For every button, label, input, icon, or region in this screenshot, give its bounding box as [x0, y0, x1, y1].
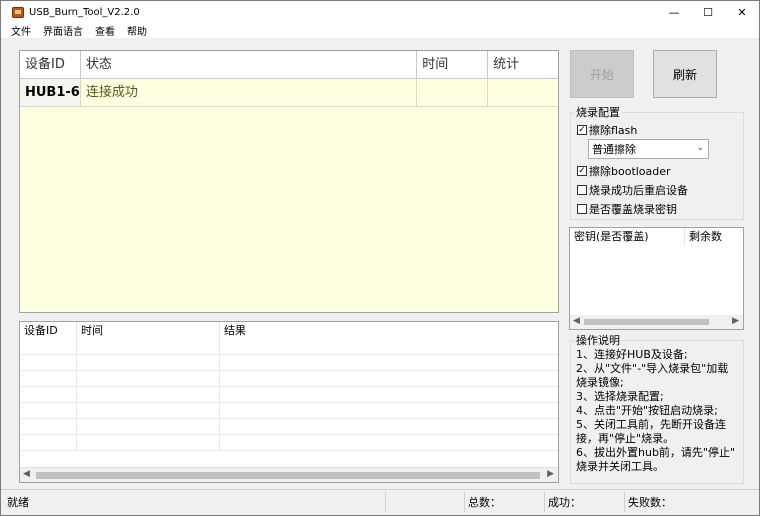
log-column-time[interactable]: 时间 [77, 322, 220, 339]
instruction-line: 5、关闭工具前，先断开设备连 [576, 418, 726, 431]
burn-config-label: 烧录配置 [574, 104, 622, 120]
instruction-line: 2、从"文件"-"导入烧录包"加载 [576, 362, 729, 375]
instruction-line: 1、连接好HUB及设备; [576, 348, 688, 361]
table-row[interactable]: HUB1-6 连接成功 [20, 79, 558, 107]
erase-flash-label: 擦除flash [589, 124, 638, 137]
success-count-label: 成功： [548, 496, 581, 509]
log-table-header: 设备ID 时间 结果 [20, 322, 558, 339]
status-bar: 就绪 总数： 成功： 失败数： [1, 489, 759, 515]
table-row [20, 435, 558, 451]
instruction-line: 烧录并关闭工具。 [576, 460, 664, 473]
checkbox-unchecked-icon[interactable] [577, 204, 587, 214]
refresh-button[interactable]: 刷新 [653, 50, 717, 98]
scroll-right-icon[interactable]: ▶ [732, 316, 739, 326]
menu-bar: 文件 界面语言 查看 帮助 [1, 23, 759, 38]
window-title: USB_Burn_Tool_V2.2.0 [29, 6, 140, 18]
key-table-header: 密钥(是否覆盖) 剩余数 [570, 228, 743, 246]
checkbox-checked-icon[interactable]: ✓ [577, 166, 587, 176]
column-status[interactable]: 状态 [81, 51, 418, 79]
key-table[interactable]: 密钥(是否覆盖) 剩余数 ◀ ▶ [569, 227, 744, 330]
erase-flash-checkbox[interactable]: ✓ 擦除flash [577, 122, 637, 138]
table-row [20, 339, 558, 355]
close-button[interactable]: ✕ [725, 1, 759, 23]
key-column-remaining[interactable]: 剩余数 [685, 228, 743, 246]
instruction-line: 4、点击"开始"按钮启动烧录; [576, 404, 718, 417]
key-horizontal-scrollbar[interactable]: ◀ ▶ [570, 315, 743, 329]
reboot-after-success-label: 烧录成功后重启设备 [589, 184, 688, 197]
menu-language[interactable]: 界面语言 [43, 23, 83, 38]
menu-help[interactable]: 帮助 [127, 23, 147, 38]
device-id-cell: HUB1-6 [20, 79, 81, 106]
log-horizontal-scrollbar[interactable]: ◀ ▶ [20, 467, 558, 482]
instruction-line: 接，再"停止"烧录。 [576, 432, 675, 445]
status-text: 就绪 [7, 496, 29, 509]
column-time[interactable]: 时间 [417, 51, 489, 79]
erase-mode-value: 普通擦除 [592, 143, 636, 156]
status-divider [464, 492, 465, 512]
table-row [20, 387, 558, 403]
column-device-id[interactable]: 设备ID [20, 51, 81, 79]
device-table-header: 设备ID 状态 时间 统计 [20, 51, 558, 79]
app-window: USB_Burn_Tool_V2.2.0 — ☐ ✕ 文件 界面语言 查看 帮助… [0, 0, 760, 516]
scroll-right-icon[interactable]: ▶ [547, 469, 554, 479]
overwrite-key-label: 是否覆盖烧录密钥 [589, 203, 677, 216]
scrollbar-thumb[interactable] [36, 472, 540, 479]
log-column-result[interactable]: 结果 [220, 322, 558, 339]
app-icon [12, 6, 24, 18]
menu-file[interactable]: 文件 [11, 23, 31, 38]
erase-bootloader-checkbox[interactable]: ✓ 擦除bootloader [577, 163, 671, 179]
overwrite-key-checkbox[interactable]: 是否覆盖烧录密钥 [577, 201, 677, 217]
menu-view[interactable]: 查看 [95, 23, 115, 38]
log-table[interactable]: 设备ID 时间 结果 ◀ ▶ [19, 321, 559, 483]
chevron-down-icon: ⌄ [696, 143, 704, 153]
erase-mode-select[interactable]: 普通擦除 ⌄ [588, 139, 709, 159]
table-row [20, 403, 558, 419]
log-column-device-id[interactable]: 设备ID [20, 322, 77, 339]
device-table[interactable]: 设备ID 状态 时间 统计 HUB1-6 连接成功 [19, 50, 559, 313]
scroll-left-icon[interactable]: ◀ [573, 316, 580, 326]
status-divider [385, 492, 386, 512]
status-divider [544, 492, 545, 512]
window-controls: — ☐ ✕ [657, 1, 759, 23]
instruction-line: 6、拔出外置hub前，请先"停止" [576, 446, 736, 459]
time-cell [417, 79, 489, 106]
total-count-label: 总数： [468, 496, 501, 509]
instruction-line: 3、选择烧录配置; [576, 390, 664, 403]
status-divider [624, 492, 625, 512]
table-row [20, 419, 558, 435]
instruction-line: 烧录镜像; [576, 376, 624, 389]
table-row [20, 371, 558, 387]
stats-cell [488, 79, 558, 106]
status-cell: 连接成功 [81, 79, 418, 106]
scroll-left-icon[interactable]: ◀ [23, 469, 30, 479]
erase-bootloader-label: 擦除bootloader [589, 165, 671, 178]
instructions-label: 操作说明 [574, 332, 622, 348]
table-row [20, 355, 558, 371]
log-grid [20, 339, 558, 467]
checkbox-checked-icon[interactable]: ✓ [577, 125, 587, 135]
fail-count-label: 失败数： [628, 496, 672, 509]
start-button[interactable]: 开始 [570, 50, 634, 98]
key-column-key[interactable]: 密钥(是否覆盖) [570, 228, 685, 246]
minimize-button[interactable]: — [657, 1, 691, 23]
reboot-after-success-checkbox[interactable]: 烧录成功后重启设备 [577, 182, 688, 198]
maximize-button[interactable]: ☐ [691, 1, 725, 23]
scrollbar-thumb[interactable] [584, 319, 709, 325]
title-bar: USB_Burn_Tool_V2.2.0 — ☐ ✕ [1, 1, 759, 23]
checkbox-unchecked-icon[interactable] [577, 185, 587, 195]
column-stats[interactable]: 统计 [488, 51, 558, 79]
